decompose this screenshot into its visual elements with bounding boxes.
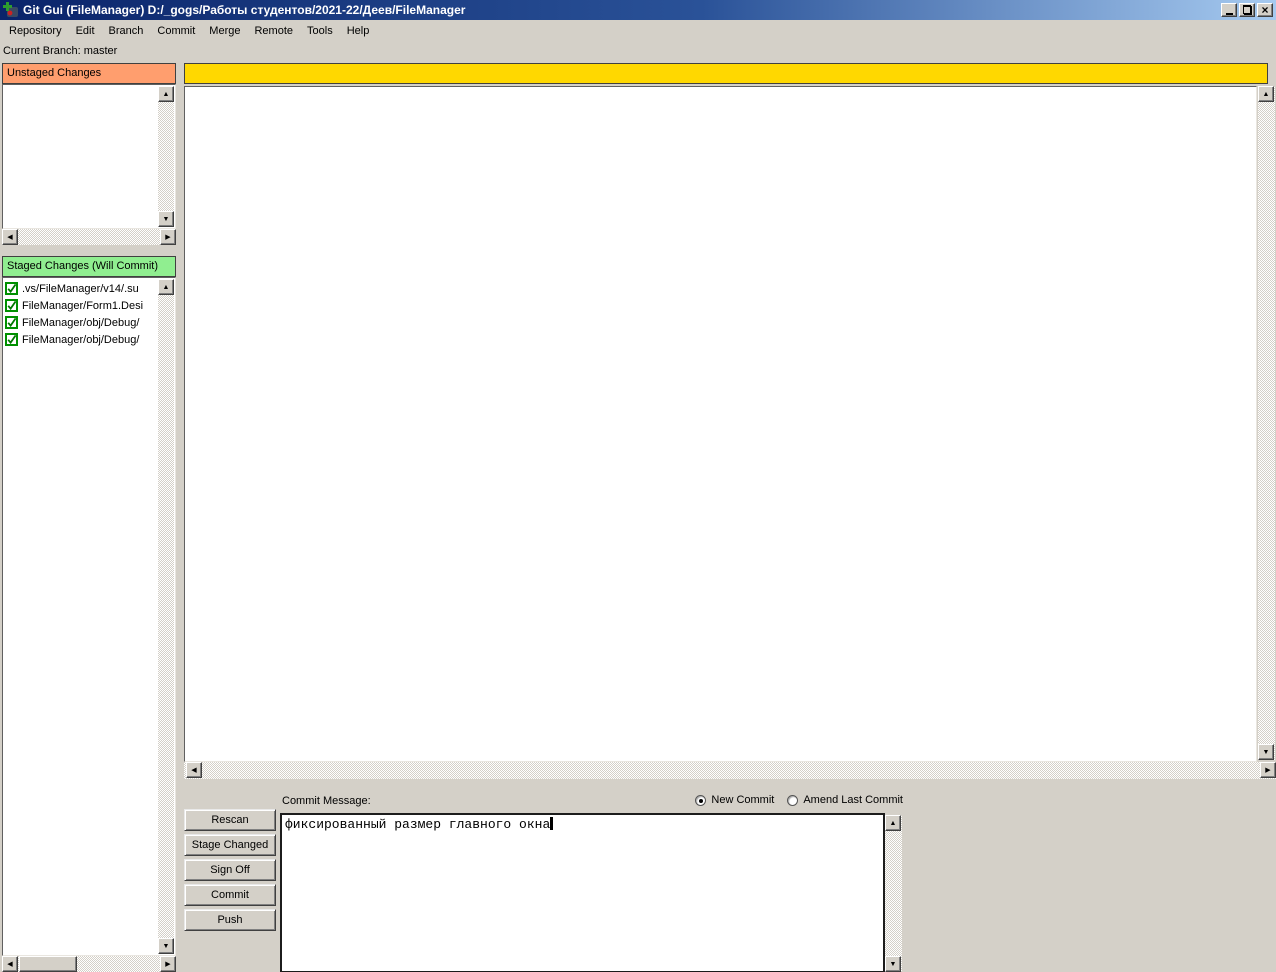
scroll-right-button[interactable]: ▶ — [1260, 762, 1276, 778]
unstaged-changes-list — [2, 84, 176, 229]
menu-commit[interactable]: Commit — [150, 22, 202, 40]
diff-hscrollbar[interactable]: ◀ ▶ — [184, 762, 1276, 779]
diff-view — [184, 86, 1257, 762]
unstaged-vscrollbar[interactable]: ▲ ▼ — [158, 86, 174, 227]
menu-edit[interactable]: Edit — [69, 22, 102, 40]
scroll-down-icon: ▼ — [163, 943, 170, 950]
staged-check-icon[interactable] — [5, 299, 18, 312]
scroll-left-icon: ◀ — [7, 961, 12, 968]
new-commit-radio[interactable] — [695, 795, 706, 806]
close-icon: × — [1261, 5, 1268, 15]
staged-check-icon[interactable] — [5, 282, 18, 295]
app-icon — [3, 2, 19, 18]
scroll-up-button[interactable]: ▲ — [1258, 86, 1274, 102]
text-cursor — [550, 817, 553, 830]
minimize-button[interactable] — [1221, 3, 1237, 17]
commit-message-vscrollbar[interactable]: ▲ ▼ — [885, 815, 902, 972]
scrollbar-thumb[interactable] — [19, 956, 77, 972]
staged-vscrollbar[interactable]: ▲ ▼ — [158, 279, 174, 954]
menu-tools[interactable]: Tools — [300, 22, 340, 40]
current-branch-label: Current Branch: master — [3, 45, 117, 57]
scroll-up-icon: ▲ — [1263, 91, 1270, 98]
commit-button[interactable]: Commit — [184, 884, 276, 906]
menu-remote[interactable]: Remote — [247, 22, 300, 40]
scroll-up-icon: ▲ — [163, 91, 170, 98]
scroll-up-button[interactable]: ▲ — [885, 815, 901, 831]
diff-header-bar — [184, 63, 1268, 84]
scroll-left-button[interactable]: ◀ — [186, 762, 202, 778]
sign-off-button[interactable]: Sign Off — [184, 859, 276, 881]
scroll-up-button[interactable]: ▲ — [158, 279, 174, 295]
scroll-up-button[interactable]: ▲ — [158, 86, 174, 102]
menu-repository[interactable]: Repository — [2, 22, 69, 40]
menu-merge[interactable]: Merge — [202, 22, 247, 40]
scroll-right-icon: ▶ — [165, 961, 170, 968]
staged-file-name: .vs/FileManager/v14/.su — [22, 283, 139, 295]
scroll-down-icon: ▼ — [163, 216, 170, 223]
diff-vscrollbar[interactable]: ▲ ▼ — [1258, 86, 1275, 760]
menu-branch[interactable]: Branch — [102, 22, 151, 40]
title-bar: Git Gui (FileManager) D:/_gogs/Работы ст… — [0, 0, 1276, 20]
unstaged-changes-header: Unstaged Changes — [2, 63, 176, 84]
rescan-button[interactable]: Rescan — [184, 809, 276, 831]
stage-changed-button[interactable]: Stage Changed — [184, 834, 276, 856]
scroll-right-button[interactable]: ▶ — [160, 956, 176, 972]
menu-help[interactable]: Help — [340, 22, 377, 40]
scroll-down-icon: ▼ — [1263, 749, 1270, 756]
staged-file-row[interactable]: FileManager/Form1.Desi — [3, 297, 175, 314]
scroll-up-icon: ▲ — [890, 820, 897, 827]
scroll-left-button[interactable]: ◀ — [2, 956, 18, 972]
minimize-icon — [1226, 13, 1233, 15]
close-button[interactable]: × — [1257, 3, 1273, 17]
scroll-up-icon: ▲ — [163, 284, 170, 291]
restore-button[interactable] — [1239, 3, 1255, 17]
staged-file-row[interactable]: FileManager/obj/Debug/ — [3, 331, 175, 348]
scroll-down-icon: ▼ — [890, 961, 897, 968]
scroll-down-button[interactable]: ▼ — [158, 211, 174, 227]
staged-changes-list: .vs/FileManager/v14/.su FileManager/Form… — [2, 277, 176, 956]
scroll-left-icon: ◀ — [191, 767, 196, 774]
amend-last-commit-radio[interactable] — [787, 795, 798, 806]
amend-last-commit-radio-label[interactable]: Amend Last Commit — [803, 794, 903, 806]
window-title: Git Gui (FileManager) D:/_gogs/Работы ст… — [23, 3, 465, 17]
scroll-down-button[interactable]: ▼ — [885, 956, 901, 972]
menu-bar: Repository Edit Branch Commit Merge Remo… — [0, 20, 1276, 41]
scroll-left-button[interactable]: ◀ — [2, 229, 18, 245]
restore-icon — [1243, 6, 1252, 14]
scroll-down-button[interactable]: ▼ — [158, 938, 174, 954]
scroll-left-icon: ◀ — [7, 234, 12, 241]
staged-check-icon[interactable] — [5, 333, 18, 346]
staged-hscrollbar[interactable]: ◀ ▶ — [2, 956, 176, 972]
scroll-right-icon: ▶ — [165, 234, 170, 241]
scroll-right-button[interactable]: ▶ — [160, 229, 176, 245]
staged-check-icon[interactable] — [5, 316, 18, 329]
scroll-down-button[interactable]: ▼ — [1258, 744, 1274, 760]
staged-changes-header: Staged Changes (Will Commit) — [2, 256, 176, 277]
push-button[interactable]: Push — [184, 909, 276, 931]
staged-file-name: FileManager/obj/Debug/ — [22, 317, 139, 329]
commit-message-textarea[interactable]: фиксированный размер главного окна — [280, 813, 885, 972]
scroll-right-icon: ▶ — [1265, 767, 1270, 774]
commit-type-radio-group: New Commit Amend Last Commit — [695, 794, 903, 806]
new-commit-radio-label[interactable]: New Commit — [711, 794, 774, 806]
staged-file-name: FileManager/obj/Debug/ — [22, 334, 139, 346]
staged-file-name: FileManager/Form1.Desi — [22, 300, 143, 312]
commit-message-text: фиксированный размер главного окна — [285, 817, 550, 832]
commit-message-label: Commit Message: — [282, 795, 371, 807]
staged-file-row[interactable]: FileManager/obj/Debug/ — [3, 314, 175, 331]
git-gui-window: Git Gui (FileManager) D:/_gogs/Работы ст… — [0, 0, 1276, 972]
unstaged-hscrollbar[interactable]: ◀ ▶ — [2, 229, 176, 245]
staged-file-row[interactable]: .vs/FileManager/v14/.su — [3, 280, 175, 297]
